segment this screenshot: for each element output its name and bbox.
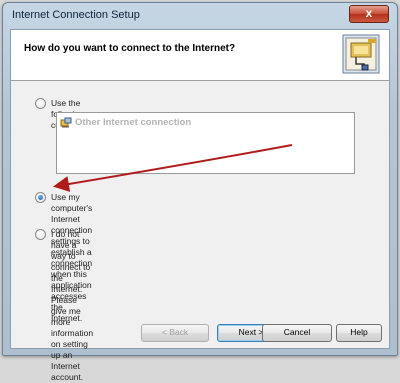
network-connection-icon: [342, 34, 380, 74]
page-title: How do you want to connect to the Intern…: [24, 43, 236, 54]
list-item-label: Other Internet connection: [75, 117, 192, 128]
radio-no-connection[interactable]: [35, 229, 46, 240]
radio-use-following-connection[interactable]: [35, 98, 46, 109]
window-title: Internet Connection Setup: [12, 9, 140, 21]
dialog-client-area: How do you want to connect to the Intern…: [10, 29, 390, 382]
option-label-line1: I do not have a way to connect to the In…: [51, 229, 94, 349]
close-button[interactable]: x: [349, 5, 389, 23]
wizard-header: How do you want to connect to the Intern…: [11, 30, 389, 81]
list-item[interactable]: Other Internet connection: [60, 116, 191, 129]
back-button[interactable]: < Back: [141, 324, 209, 342]
cancel-button[interactable]: Cancel: [262, 324, 332, 342]
connection-icon: [60, 117, 72, 127]
help-button[interactable]: Help: [336, 324, 382, 342]
option-label-line2: up an Internet account.: [51, 350, 84, 382]
close-icon: x: [365, 6, 373, 20]
title-bar[interactable]: Internet Connection Setup x: [3, 3, 397, 29]
option-label-block: I do not have a way to connect to the In…: [51, 229, 93, 383]
connection-listbox[interactable]: Other Internet connection: [56, 112, 355, 174]
radio-use-computer-settings[interactable]: [35, 192, 46, 203]
dialog-window: Internet Connection Setup x How do you w…: [2, 2, 398, 382]
